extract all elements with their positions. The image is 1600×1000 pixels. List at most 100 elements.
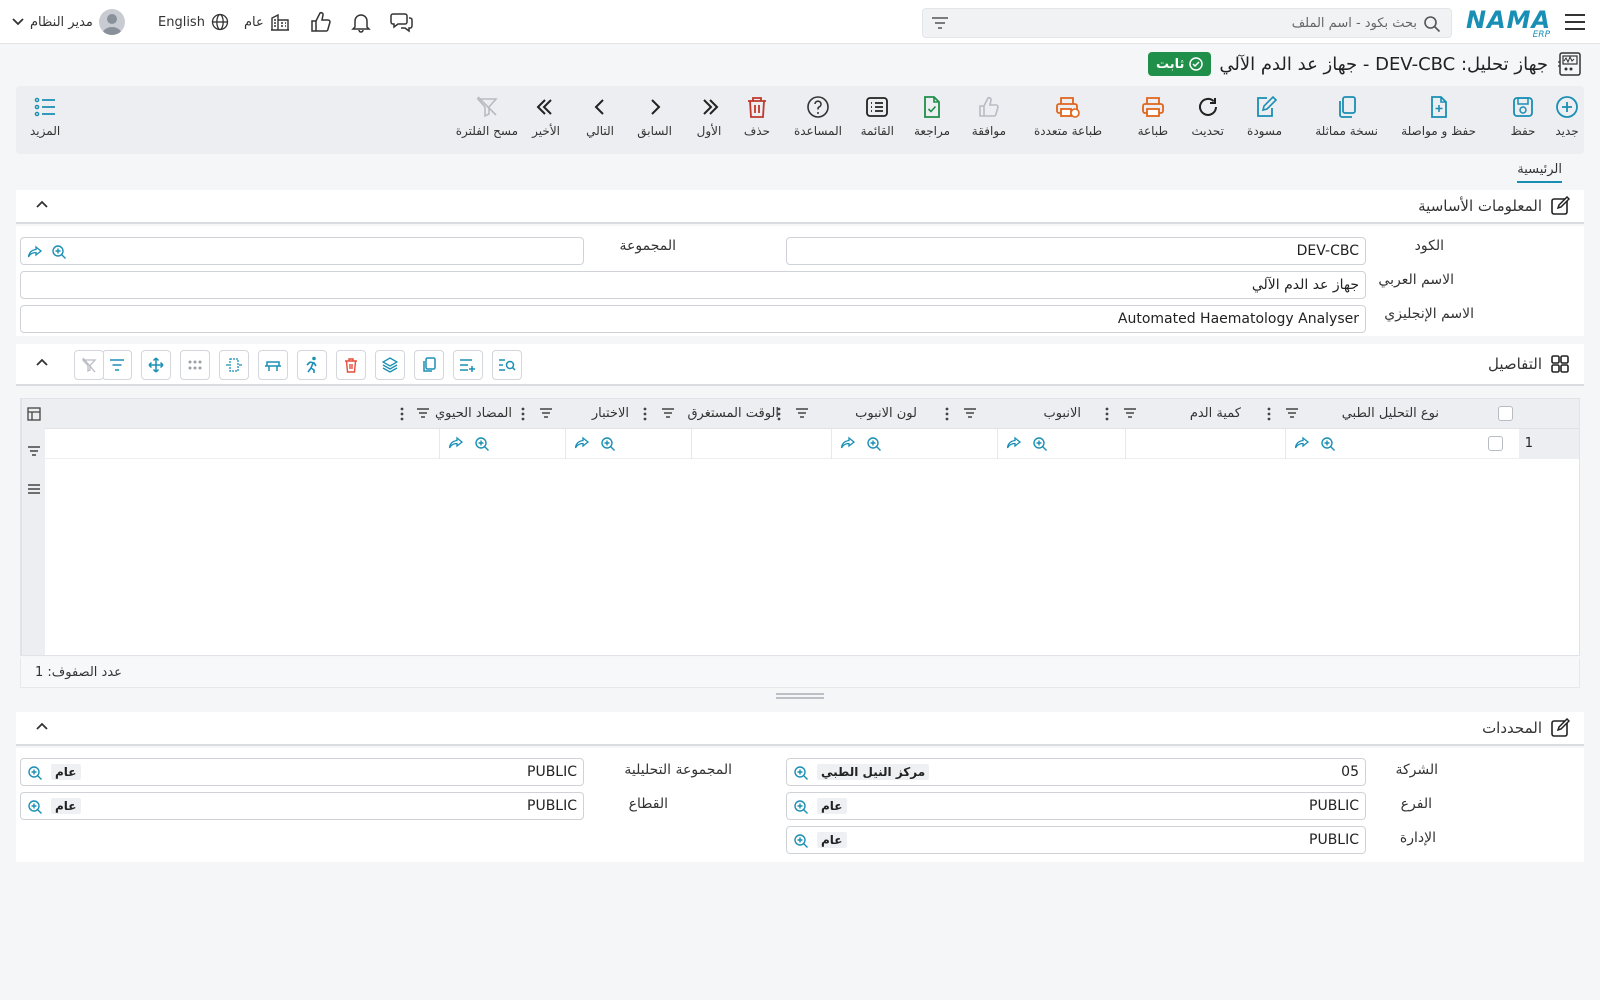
filter-icon[interactable] — [795, 407, 809, 419]
messages-icon[interactable] — [390, 0, 414, 44]
company-field[interactable]: 05 مركز النيل الطبي — [786, 758, 1366, 786]
column-menu-icon[interactable] — [400, 407, 404, 421]
chevron-up-icon[interactable] — [36, 358, 48, 366]
column-header[interactable]: الوقت المستغرق — [643, 399, 785, 429]
filter-panel-icon[interactable] — [27, 445, 41, 457]
filter-icon[interactable] — [1123, 407, 1137, 419]
column-header[interactable]: الاختبار — [521, 399, 635, 429]
grid-dots-button[interactable] — [180, 350, 210, 380]
fit-columns-button[interactable] — [219, 350, 249, 380]
search-plus-icon[interactable] — [1320, 436, 1336, 452]
column-header[interactable]: الانبوب — [945, 399, 1089, 429]
delete-row-button[interactable] — [336, 350, 366, 380]
columns-panel-icon[interactable] — [27, 407, 41, 421]
chevron-up-icon[interactable] — [36, 722, 48, 730]
blood-quantity-cell[interactable] — [1125, 429, 1285, 459]
group-field[interactable] — [20, 237, 584, 265]
last-button[interactable]: الأخير — [532, 94, 560, 138]
menu-lines-icon[interactable] — [27, 483, 41, 495]
share-arrow-icon[interactable] — [27, 245, 43, 259]
column-header[interactable]: نوع التحليل الطبي — [1267, 399, 1475, 429]
chevron-up-icon[interactable] — [36, 200, 48, 208]
column-menu-icon[interactable] — [521, 407, 525, 421]
branch-selector[interactable]: عام — [244, 0, 290, 44]
new-button[interactable]: جديد — [1554, 94, 1580, 138]
details-header[interactable]: التفاصيل — [16, 344, 1584, 386]
more-button[interactable]: المزيد — [30, 94, 60, 138]
sort-filter-button[interactable] — [102, 350, 132, 380]
copy-row-button[interactable] — [414, 350, 444, 380]
share-arrow-icon[interactable] — [1006, 436, 1022, 452]
share-arrow-icon[interactable] — [1294, 436, 1310, 452]
filter-icon[interactable] — [416, 407, 430, 419]
duplicate-button[interactable]: نسخة مماثلة — [1315, 94, 1378, 138]
refresh-button[interactable]: تحديث — [1191, 94, 1224, 138]
save-button[interactable]: حفظ — [1510, 94, 1536, 138]
dimensions-header[interactable]: المحددات — [16, 712, 1584, 746]
tube-cell[interactable] — [997, 429, 1125, 459]
approve-button[interactable]: موافقة — [972, 94, 1006, 138]
search-plus-icon[interactable] — [600, 436, 616, 452]
search-plus-icon[interactable] — [27, 765, 43, 781]
tube-color-cell[interactable] — [831, 429, 997, 459]
approvals-icon[interactable] — [310, 0, 332, 44]
previous-button[interactable]: السابق — [637, 94, 672, 138]
menu-icon[interactable] — [1564, 12, 1586, 32]
column-menu-icon[interactable] — [643, 407, 647, 421]
move-button[interactable] — [141, 350, 171, 380]
run-button[interactable] — [297, 350, 327, 380]
help-button[interactable]: المساعدة — [794, 94, 842, 138]
resize-handle[interactable] — [776, 692, 824, 700]
search-plus-icon[interactable] — [866, 436, 882, 452]
first-button[interactable]: الأول — [696, 94, 722, 138]
filter-icon[interactable] — [931, 16, 949, 30]
language-switch[interactable]: English — [158, 0, 229, 44]
analytic-group-field[interactable]: PUBLIC عام — [20, 758, 584, 786]
english-name-field[interactable]: Automated Haematology Analyser — [20, 305, 1366, 333]
column-menu-icon[interactable] — [945, 407, 949, 421]
arabic-name-field[interactable]: جهاز عد الدم الآلي — [20, 271, 1366, 299]
analysis-type-cell[interactable] — [1285, 429, 1475, 459]
search-plus-icon[interactable] — [793, 799, 809, 815]
select-all-checkbox[interactable] — [1498, 406, 1513, 421]
department-field[interactable]: PUBLIC عام — [786, 826, 1366, 854]
duration-cell[interactable] — [691, 429, 831, 459]
column-header[interactable]: المضاد الحيوي — [400, 399, 516, 429]
table-row[interactable]: 1 — [45, 429, 1579, 459]
branch-field[interactable]: PUBLIC عام — [786, 792, 1366, 820]
share-arrow-icon[interactable] — [840, 436, 856, 452]
table-layout-button[interactable] — [258, 350, 288, 380]
list-button[interactable]: القائمة — [861, 94, 894, 138]
search-plus-icon[interactable] — [27, 799, 43, 815]
search-plus-icon[interactable] — [793, 833, 809, 849]
search-plus-icon[interactable] — [793, 765, 809, 781]
filter-icon[interactable] — [1285, 407, 1299, 419]
share-arrow-icon[interactable] — [574, 436, 590, 452]
code-field[interactable]: DEV-CBC — [786, 237, 1366, 265]
layers-button[interactable] — [375, 350, 405, 380]
tab-main[interactable]: الرئيسية — [1517, 160, 1562, 183]
multi-print-button[interactable]: طباعة متعددة — [1034, 94, 1102, 138]
search-plus-icon[interactable] — [474, 436, 490, 452]
draft-button[interactable]: مسودة — [1247, 94, 1282, 138]
grid-search-button[interactable] — [492, 350, 522, 380]
share-arrow-icon[interactable] — [448, 436, 464, 452]
insert-row-button[interactable] — [453, 350, 483, 380]
row-checkbox[interactable] — [1488, 436, 1503, 451]
search-icon[interactable] — [1423, 15, 1441, 33]
save-continue-button[interactable]: حفظ و مواصلة — [1401, 94, 1476, 138]
column-header[interactable]: لون الانبوب — [777, 399, 925, 429]
test-cell[interactable] — [565, 429, 691, 459]
search-input[interactable] — [977, 9, 1417, 37]
column-menu-icon[interactable] — [1105, 407, 1109, 421]
search-plus-icon[interactable] — [1032, 436, 1048, 452]
grid-clear-filter-button[interactable] — [74, 350, 104, 380]
column-header[interactable]: كمية الدم — [1105, 399, 1249, 429]
filter-icon[interactable] — [539, 407, 553, 419]
review-button[interactable]: مراجعة — [914, 94, 950, 138]
basic-info-header[interactable]: المعلومات الأساسية — [16, 190, 1584, 224]
delete-button[interactable]: حذف — [744, 94, 770, 138]
filter-icon[interactable] — [661, 407, 675, 419]
search-plus-icon[interactable] — [51, 244, 67, 260]
nama-logo[interactable]: NAMA ERP — [1466, 4, 1552, 40]
